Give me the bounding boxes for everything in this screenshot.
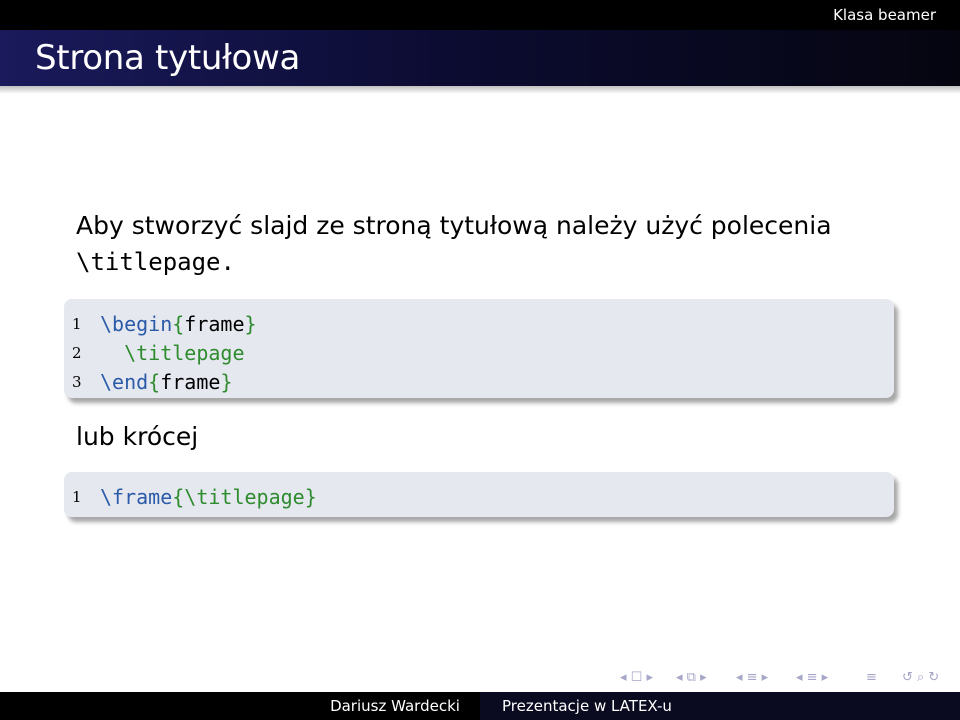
nav-frame-icon[interactable]: ◂ ⧉ ▸ (676, 670, 707, 685)
intro-paragraph: Aby stworzyć slajd ze stroną tytułową na… (76, 208, 896, 280)
code-block-frame: 1 \begin{frame} 2 \titlepage 3 \end{frame} (64, 299, 894, 398)
frame-title-bar: Strona tytułowa (0, 30, 960, 86)
line-number: 2 (72, 344, 82, 362)
navigation-symbols: ◂ ☐ ▸ ◂ ⧉ ▸ ◂ ≡ ▸ ◂ ≡ ▸ ≡ ↺ ⌕ ↻ (620, 670, 950, 690)
nav-appendix-icon[interactable]: ≡ (866, 670, 877, 685)
code-token: } (244, 312, 257, 336)
author-name[interactable]: Dariusz Wardecki (0, 697, 480, 715)
code-token: frame (160, 370, 221, 394)
headline-bar: Klasa beamer (0, 0, 960, 30)
code-text: \frame{\titlepage} (100, 484, 317, 510)
code-line: 3 \end{frame} (64, 369, 894, 398)
code-text: \end{frame} (100, 369, 232, 395)
footline: Dariusz Wardecki Prezentacje w LATEX-u (0, 692, 960, 720)
headline-left (0, 0, 480, 30)
nav-section-icon[interactable]: ◂ ≡ ▸ (796, 670, 828, 685)
line-number: 1 (72, 488, 82, 506)
code-line: 2 \titlepage (64, 340, 894, 369)
code-block-short: 1 \frame{\titlepage} (64, 472, 894, 517)
intro-text: Aby stworzyć slajd ze stroną tytułową na… (76, 211, 832, 240)
presentation-title[interactable]: Prezentacje w LATEX-u (480, 697, 672, 715)
code-token: frame (184, 312, 245, 336)
frame-title: Strona tytułowa (35, 38, 301, 78)
line-number: 3 (72, 373, 82, 391)
code-token: \frame (100, 485, 173, 509)
code-text: \begin{frame} (100, 311, 257, 337)
code-line: 1 \frame{\titlepage} (64, 484, 894, 513)
middle-text: lub krócej (76, 422, 199, 451)
code-token: } (220, 370, 233, 394)
code-text: \titlepage (100, 340, 245, 366)
nav-prev-slide-icon[interactable]: ◂ ☐ ▸ (620, 670, 653, 685)
nav-subsection-icon[interactable]: ◂ ≡ ▸ (736, 670, 768, 685)
code-token: } (304, 485, 317, 509)
code-token: \titlepage (184, 485, 305, 509)
intro-command: \titlepage. (76, 248, 235, 276)
code-token: \titlepage (100, 341, 245, 365)
line-number: 1 (72, 315, 82, 333)
nav-search-zoom-icon[interactable]: ↺ ⌕ ↻ (902, 670, 939, 685)
code-token: { (172, 485, 185, 509)
code-line: 1 \begin{frame} (64, 311, 894, 340)
code-token: \end (100, 370, 149, 394)
code-token: \begin (100, 312, 173, 336)
code-token: { (172, 312, 185, 336)
title-shadow (0, 86, 960, 94)
code-token: { (148, 370, 161, 394)
section-name[interactable]: Klasa beamer (833, 6, 936, 24)
headline-right: Klasa beamer (480, 0, 960, 30)
